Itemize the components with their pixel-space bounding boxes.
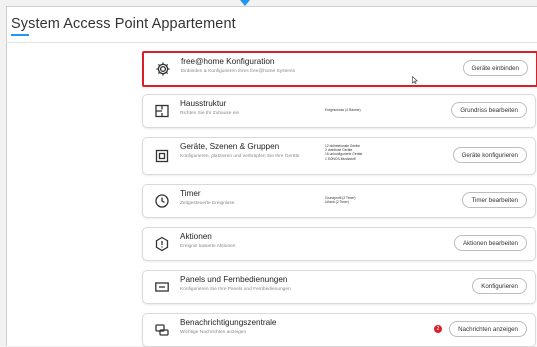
edit-floorplan-button[interactable]: Grundriss bearbeiten: [451, 102, 527, 118]
remote-panel-icon: [153, 278, 171, 296]
card-subtitle: Ereignis basierte Aktionen: [180, 244, 236, 249]
card-house-structure[interactable]: Hausstruktur Richten Sie Ihr Zuhause ein…: [142, 94, 536, 128]
action-icon: [153, 235, 171, 253]
info-line: 1 SONOS-Musikstoff: [325, 156, 356, 161]
card-subtitle: Zeitgesteuerte Ereignisse: [180, 201, 235, 206]
card-title: Panels und Fernbedienungen: [180, 275, 288, 284]
title-underline: [11, 34, 29, 36]
card-title: Hausstruktur: [180, 99, 227, 108]
card-subtitle: Einbinden & Konfigurieren Ihres free@hom…: [181, 69, 295, 74]
card-notification-center[interactable]: Benachrichtigungszentrale Wichtige Nachr…: [142, 313, 536, 347]
notification-count-badge: 2: [434, 325, 442, 333]
card-info: Grundprofil (2 Timer) Urlaub (2 Timer): [325, 196, 355, 204]
configure-devices-button[interactable]: Geräte konfigurieren: [452, 147, 527, 163]
card-title: free@home Konfiguration: [181, 57, 275, 66]
card-subtitle: Richten Sie Ihr Zuhause ein: [180, 111, 240, 116]
device-icon: [153, 147, 171, 165]
card-free-at-home-configuration[interactable]: free@home Konfiguration Einbinden & Konf…: [142, 51, 537, 87]
info-line: Erdgeschoss (4 Räume): [325, 108, 361, 112]
add-devices-button[interactable]: Geräte einbinden: [462, 60, 528, 76]
card-title: Benachrichtigungszentrale: [180, 318, 277, 327]
card-subtitle: Konfigurieren Sie Ihre Panels und Fernbe…: [180, 287, 291, 292]
card-subtitle: Wichtige Nachrichten anzeigen: [180, 330, 247, 335]
info-line: Urlaub (2 Timer): [325, 200, 349, 205]
card-info: 12 bidirektionale Geräte 2 drahtlose Ger…: [325, 144, 362, 161]
timer-icon: [153, 192, 171, 210]
card-info: Erdgeschoss (4 Räume): [325, 108, 361, 112]
header-divider: [6, 42, 537, 43]
card-timer[interactable]: Timer Zeitgesteuerte Ereignisse Grundpro…: [142, 184, 536, 218]
mouse-cursor-icon: [412, 76, 418, 84]
card-title: Geräte, Szenen & Gruppen: [180, 142, 280, 151]
show-messages-button[interactable]: Nachrichten anzeigen: [449, 321, 527, 337]
card-devices-scenes-groups[interactable]: Geräte, Szenen & Gruppen Konfigurieren, …: [142, 137, 536, 175]
info-line: 16 unkonfigurierte Geräte: [325, 152, 363, 157]
edit-timer-button[interactable]: Timer bearbeiten: [462, 192, 527, 208]
card-panels-remotes[interactable]: Panels und Fernbedienungen Konfigurieren…: [142, 270, 536, 304]
card-title: Aktionen: [180, 232, 212, 241]
floorplan-icon: [153, 102, 171, 120]
card-title: Timer: [180, 189, 201, 198]
edit-actions-button[interactable]: Aktionen bearbeiten: [453, 235, 527, 251]
card-subtitle: Konfigurieren, platzieren und verbrüpfen…: [180, 154, 300, 159]
page-title: System Access Point Appartement: [11, 16, 236, 32]
notification-icon: [153, 321, 171, 339]
configure-button[interactable]: Konfigurieren: [472, 278, 527, 294]
gear-icon: [154, 60, 172, 78]
card-actions[interactable]: Aktionen Ereignis basierte Aktionen Akti…: [142, 227, 536, 261]
